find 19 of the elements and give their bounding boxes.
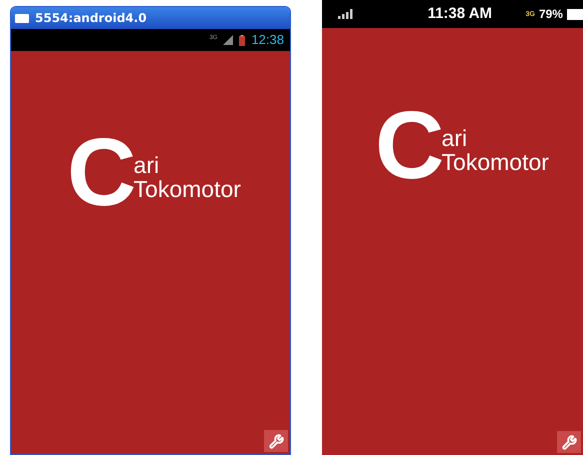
window-icon [15, 14, 29, 22]
logo-text: ari [442, 126, 468, 150]
logo-initial: C [375, 108, 440, 185]
settings-button[interactable] [557, 431, 581, 453]
window-title: 5554:android4.0 [35, 10, 147, 27]
logo-text: ari [134, 153, 160, 178]
clock: 12:38 [251, 31, 284, 50]
battery-icon [566, 8, 583, 20]
logo-text: Tokomotor [442, 150, 549, 175]
logo-initial: C [67, 135, 132, 212]
battery-icon [239, 34, 246, 46]
signal-icon [338, 9, 354, 19]
signal-icon [223, 35, 234, 45]
settings-button[interactable] [264, 430, 288, 452]
wrench-icon [562, 434, 576, 450]
logo-text: Tokomotor [134, 177, 241, 202]
clock: 11:38 AM [428, 4, 492, 24]
wrench-icon [268, 434, 284, 448]
battery-percent: 79% [538, 6, 563, 23]
